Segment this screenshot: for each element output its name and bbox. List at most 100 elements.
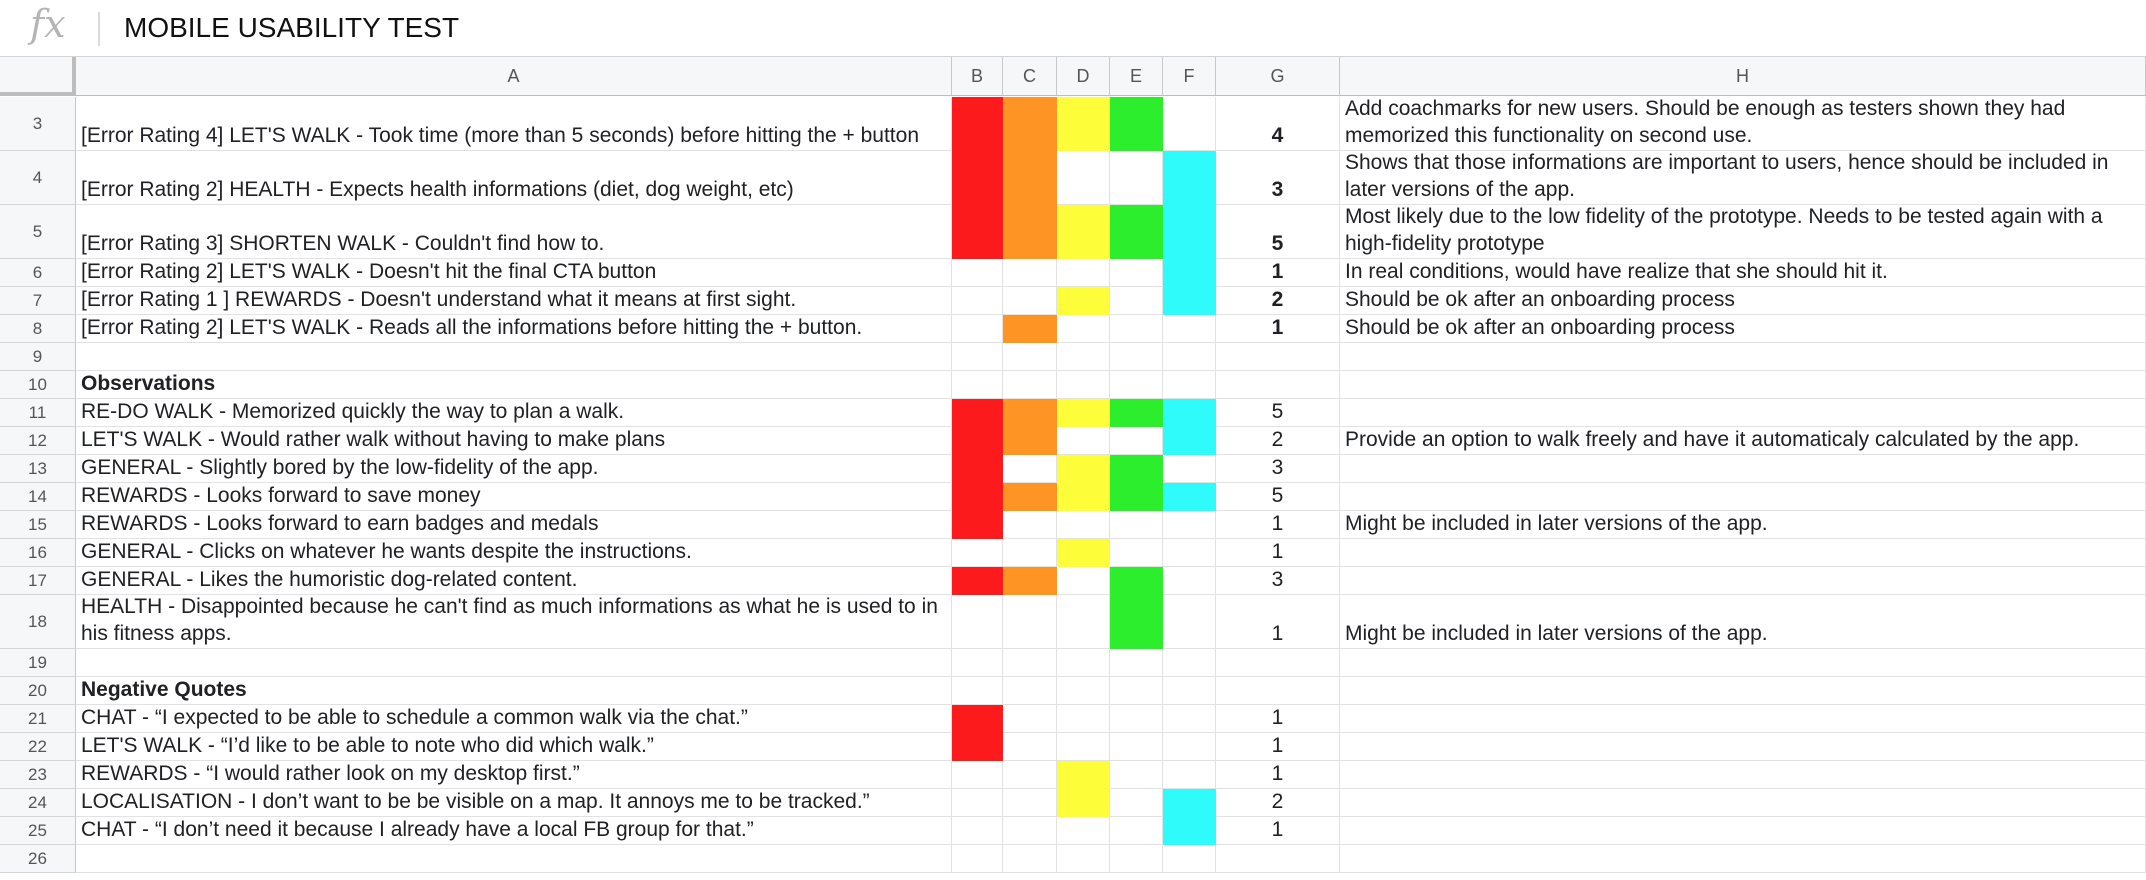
cell-a7[interactable]: [Error Rating 1 ] REWARDS - Doesn't unde… xyxy=(76,287,952,315)
cell-c8[interactable] xyxy=(1003,315,1057,343)
cell-d26[interactable] xyxy=(1057,845,1110,873)
cell-a22[interactable]: LET'S WALK - “I’d like to be able to not… xyxy=(76,733,952,761)
cell-a16[interactable]: GENERAL - Clicks on whatever he wants de… xyxy=(76,539,952,567)
cell-g25[interactable]: 1 xyxy=(1216,817,1340,845)
cell-f13[interactable] xyxy=(1163,455,1216,483)
cell-c19[interactable] xyxy=(1003,649,1057,677)
cell-d11[interactable] xyxy=(1057,399,1110,427)
cell-c26[interactable] xyxy=(1003,845,1057,873)
row-header[interactable]: 4 xyxy=(0,151,76,205)
cell-c6[interactable] xyxy=(1003,259,1057,287)
cell-f16[interactable] xyxy=(1163,539,1216,567)
cell-b3[interactable] xyxy=(952,97,1003,151)
cell-d10[interactable] xyxy=(1057,371,1110,399)
cell-b22[interactable] xyxy=(952,733,1003,761)
cell-e17[interactable] xyxy=(1110,567,1163,595)
cell-f21[interactable] xyxy=(1163,705,1216,733)
cell-f5[interactable] xyxy=(1163,205,1216,259)
cell-a24[interactable]: LOCALISATION - I don’t want to be be vis… xyxy=(76,789,952,817)
row-header[interactable]: 26 xyxy=(0,845,76,873)
cell-c24[interactable] xyxy=(1003,789,1057,817)
cell-b16[interactable] xyxy=(952,539,1003,567)
cell-d21[interactable] xyxy=(1057,705,1110,733)
cell-e26[interactable] xyxy=(1110,845,1163,873)
row-header[interactable]: 10 xyxy=(0,371,76,399)
cell-c9[interactable] xyxy=(1003,343,1057,371)
cell-d24[interactable] xyxy=(1057,789,1110,817)
cell-h14[interactable] xyxy=(1340,483,2146,511)
cell-e8[interactable] xyxy=(1110,315,1163,343)
cell-h5[interactable]: Most likely due to the low fidelity of t… xyxy=(1340,205,2146,259)
cell-e24[interactable] xyxy=(1110,789,1163,817)
cell-a17[interactable]: GENERAL - Likes the humoristic dog-relat… xyxy=(76,567,952,595)
cell-e9[interactable] xyxy=(1110,343,1163,371)
cell-b8[interactable] xyxy=(952,315,1003,343)
cell-h11[interactable] xyxy=(1340,399,2146,427)
row-header[interactable]: 5 xyxy=(0,205,76,259)
cell-e13[interactable] xyxy=(1110,455,1163,483)
cell-d12[interactable] xyxy=(1057,427,1110,455)
cell-e22[interactable] xyxy=(1110,733,1163,761)
cell-h21[interactable] xyxy=(1340,705,2146,733)
cell-a13[interactable]: GENERAL - Slightly bored by the low-fide… xyxy=(76,455,952,483)
row-header[interactable]: 25 xyxy=(0,817,76,845)
cell-d3[interactable] xyxy=(1057,97,1110,151)
cell-g10[interactable] xyxy=(1216,371,1340,399)
cell-b19[interactable] xyxy=(952,649,1003,677)
cell-e12[interactable] xyxy=(1110,427,1163,455)
column-header-e[interactable]: E xyxy=(1110,57,1163,96)
cell-g4[interactable]: 3 xyxy=(1216,151,1340,205)
row-header[interactable]: 13 xyxy=(0,455,76,483)
cell-e15[interactable] xyxy=(1110,511,1163,539)
cell-a20[interactable]: Negative Quotes xyxy=(76,677,952,705)
cell-c17[interactable] xyxy=(1003,567,1057,595)
cell-b24[interactable] xyxy=(952,789,1003,817)
row-header[interactable]: 19 xyxy=(0,649,76,677)
cell-f25[interactable] xyxy=(1163,817,1216,845)
cell-a3[interactable]: [Error Rating 4] LET'S WALK - Took time … xyxy=(76,97,952,151)
row-header[interactable]: 24 xyxy=(0,789,76,817)
cell-a4[interactable]: [Error Rating 2] HEALTH - Expects health… xyxy=(76,151,952,205)
cell-f18[interactable] xyxy=(1163,595,1216,649)
cell-d23[interactable] xyxy=(1057,761,1110,789)
cell-c10[interactable] xyxy=(1003,371,1057,399)
cell-e5[interactable] xyxy=(1110,205,1163,259)
cell-c11[interactable] xyxy=(1003,399,1057,427)
cell-d6[interactable] xyxy=(1057,259,1110,287)
cell-b17[interactable] xyxy=(952,567,1003,595)
cell-d8[interactable] xyxy=(1057,315,1110,343)
cell-g19[interactable] xyxy=(1216,649,1340,677)
cell-g12[interactable]: 2 xyxy=(1216,427,1340,455)
cell-c20[interactable] xyxy=(1003,677,1057,705)
cell-h10[interactable] xyxy=(1340,371,2146,399)
cell-f12[interactable] xyxy=(1163,427,1216,455)
column-header-f[interactable]: F xyxy=(1163,57,1216,96)
column-header-b[interactable]: B xyxy=(952,57,1003,96)
cell-b18[interactable] xyxy=(952,595,1003,649)
row-header[interactable]: 3 xyxy=(0,97,76,151)
cell-a12[interactable]: LET'S WALK - Would rather walk without h… xyxy=(76,427,952,455)
cell-e19[interactable] xyxy=(1110,649,1163,677)
cell-a10[interactable]: Observations xyxy=(76,371,952,399)
cell-g5[interactable]: 5 xyxy=(1216,205,1340,259)
cell-e14[interactable] xyxy=(1110,483,1163,511)
cell-c7[interactable] xyxy=(1003,287,1057,315)
cell-b11[interactable] xyxy=(952,399,1003,427)
cell-g16[interactable]: 1 xyxy=(1216,539,1340,567)
cell-f8[interactable] xyxy=(1163,315,1216,343)
cell-f14[interactable] xyxy=(1163,483,1216,511)
row-header[interactable]: 12 xyxy=(0,427,76,455)
cell-d7[interactable] xyxy=(1057,287,1110,315)
cell-h12[interactable]: Provide an option to walk freely and hav… xyxy=(1340,427,2146,455)
cell-h7[interactable]: Should be ok after an onboarding process xyxy=(1340,287,2146,315)
cell-f9[interactable] xyxy=(1163,343,1216,371)
cell-b15[interactable] xyxy=(952,511,1003,539)
cell-b20[interactable] xyxy=(952,677,1003,705)
cell-d19[interactable] xyxy=(1057,649,1110,677)
cell-h9[interactable] xyxy=(1340,343,2146,371)
cell-b26[interactable] xyxy=(952,845,1003,873)
cell-g20[interactable] xyxy=(1216,677,1340,705)
cell-f6[interactable] xyxy=(1163,259,1216,287)
cell-b25[interactable] xyxy=(952,817,1003,845)
cell-c5[interactable] xyxy=(1003,205,1057,259)
